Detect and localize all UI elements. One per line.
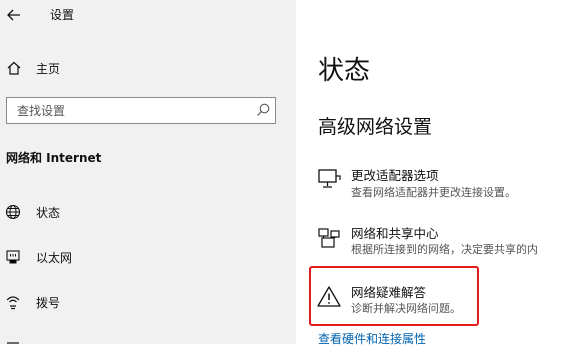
- sidebar-item-ethernet[interactable]: 以太网: [4, 246, 284, 268]
- ethernet-icon: [6, 250, 20, 264]
- sidebar: 设置 主页 网络和 Internet 状态 以太网: [0, 0, 296, 344]
- option-title: 网络和共享中心: [351, 226, 439, 241]
- globe-icon: [5, 204, 21, 220]
- hardware-connection-properties-link[interactable]: 查看硬件和连接属性: [318, 330, 426, 347]
- dialup-icon: [6, 296, 20, 310]
- option-desc: 查看网络适配器并更改连接设置。: [351, 186, 516, 199]
- adapter-monitor-icon: [318, 169, 341, 188]
- main-content: 状态 高级网络设置 更改适配器选项 查看网络适配器并更改连接设置。 网络和共享中…: [296, 0, 570, 347]
- section-heading: 高级网络设置: [318, 116, 433, 138]
- network-sharing-icon: [318, 228, 340, 248]
- home-label: 主页: [36, 61, 61, 76]
- search-box[interactable]: [6, 97, 276, 124]
- app-title: 设置: [50, 8, 75, 22]
- sidebar-item-label: 以太网: [36, 250, 73, 265]
- section-title: 网络和 Internet: [6, 151, 102, 165]
- home-nav-item[interactable]: 主页: [6, 58, 60, 78]
- partial-nav-icon: [7, 342, 19, 344]
- red-highlight-box: [309, 266, 479, 326]
- page-title: 状态: [318, 56, 371, 86]
- sidebar-item-status[interactable]: 状态: [4, 201, 284, 223]
- search-input[interactable]: [17, 101, 242, 120]
- back-arrow-icon: [7, 9, 20, 21]
- search-icon[interactable]: [255, 102, 271, 118]
- sidebar-item-label: 状态: [36, 205, 61, 220]
- sidebar-item-next[interactable]: [4, 335, 284, 357]
- sidebar-item-dialup[interactable]: 拨号: [4, 291, 284, 313]
- back-button[interactable]: [4, 5, 24, 25]
- home-icon: [7, 61, 21, 75]
- sidebar-item-label: 拨号: [36, 295, 61, 310]
- option-title: 更改适配器选项: [351, 168, 439, 183]
- option-desc: 根据所连接到的网络，决定要共享的内: [351, 243, 538, 256]
